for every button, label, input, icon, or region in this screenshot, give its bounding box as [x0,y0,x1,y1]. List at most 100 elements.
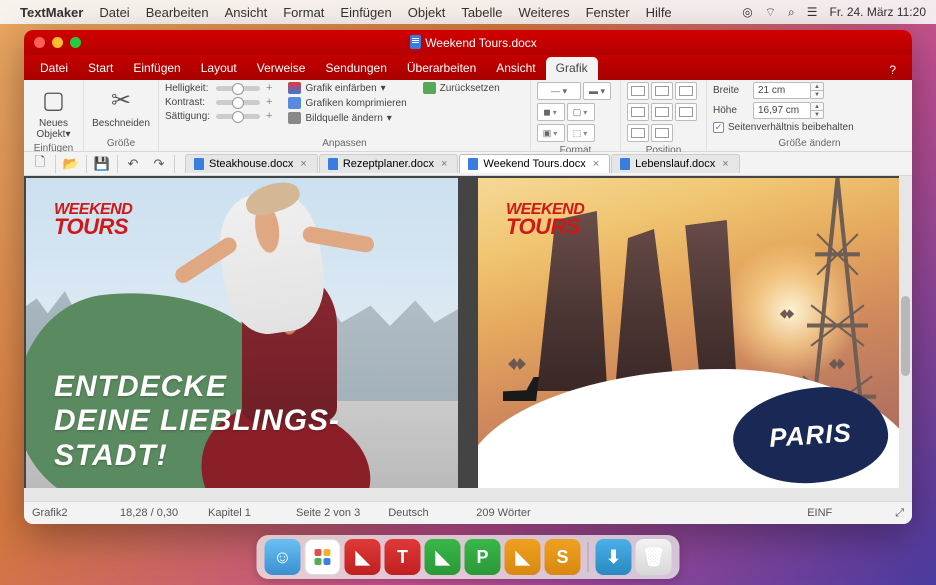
dock-launchpad[interactable] [305,539,341,575]
save-button[interactable]: 💾 [89,154,115,174]
doctab-rezeptplaner[interactable]: Rezeptplaner.docx× [319,154,459,173]
recolor-icon [288,82,301,94]
tab-ueberarbeiten[interactable]: Überarbeiten [397,57,486,80]
saturation-slider[interactable] [216,114,260,119]
tab-sendungen[interactable]: Sendungen [315,57,396,80]
document-icon [194,158,204,170]
macmenu-datei[interactable]: Datei [99,5,129,20]
align-dropdown[interactable] [675,82,697,100]
tab-datei[interactable]: Datei [30,57,78,80]
wifi-icon[interactable]: ◎ [742,5,752,19]
horizontal-scrollbar[interactable] [24,488,899,501]
close-tab-icon[interactable]: × [439,158,449,170]
send-back-dropdown[interactable] [651,103,673,121]
search-icon[interactable]: ⌕ [788,5,795,20]
undo-button[interactable]: ↶ [120,154,146,174]
bring-front-dropdown[interactable] [651,82,673,100]
clock[interactable]: Fr. 24. März 11:20 [830,5,927,19]
new-button[interactable]: 🗋 [27,154,53,174]
wrap-dropdown[interactable] [627,82,649,100]
dock-app-green1[interactable]: ◣ [425,539,461,575]
minimize-window-button[interactable] [52,37,63,48]
flip-dropdown[interactable] [651,124,673,142]
tab-ansicht[interactable]: Ansicht [486,57,545,80]
status-wordcount[interactable]: 209 Wörter [476,507,536,519]
height-spinner[interactable]: ▲▼ [811,102,824,119]
close-tab-icon[interactable]: × [720,158,730,170]
status-position[interactable]: 18,28 / 0,30 [120,507,180,519]
contrast-plus[interactable]: + [266,96,272,108]
group-dropdown[interactable] [675,103,697,121]
brightness-plus[interactable]: + [266,82,272,94]
close-window-button[interactable] [34,37,45,48]
doctab-steakhouse[interactable]: Steakhouse.docx× [185,154,318,173]
document-canvas[interactable]: WEEKEND TOURS ENTDECKE DEINE LIEBLINGS- … [24,176,912,501]
tab-grafik[interactable]: Grafik [546,57,598,80]
dock-presentations[interactable]: S [545,539,581,575]
tab-layout[interactable]: Layout [191,57,247,80]
brightness-slider[interactable] [216,86,260,91]
close-tab-icon[interactable]: × [298,158,308,170]
status-object[interactable]: Grafik2 [32,507,92,519]
wifi-signal-icon[interactable]: ⌔ [765,5,776,20]
height-input[interactable]: 16,97 cm [753,102,811,119]
macmenu-einfuegen[interactable]: Einfügen [340,5,391,20]
reset-button[interactable]: Zurücksetzen [423,82,500,94]
width-input[interactable]: 21 cm [753,82,811,99]
compress-button[interactable]: Grafiken komprimieren [288,97,406,109]
scrollbar-thumb[interactable] [901,296,910,376]
crop-button[interactable]: ✂ Beschneiden [90,82,152,131]
help-button[interactable]: ? [879,60,906,80]
open-button[interactable]: 📂 [58,154,84,174]
vertical-scrollbar[interactable] [899,176,912,501]
dock-planmaker[interactable]: P [465,539,501,575]
dock-downloads[interactable]: ⬇ [596,539,632,575]
macmenu-hilfe[interactable]: Hilfe [646,5,672,20]
tab-einfuegen[interactable]: Einfügen [123,57,190,80]
dock-app-red1[interactable]: ◣ [345,539,381,575]
recolor-button[interactable]: Grafik einfärben ▾ [288,82,406,94]
macmenu-format[interactable]: Format [283,5,324,20]
saturation-label: Sättigung: [165,111,210,122]
close-tab-icon[interactable]: × [591,158,601,170]
page-1[interactable]: WEEKEND TOURS ENTDECKE DEINE LIEBLINGS- … [26,178,458,501]
dock-finder[interactable]: ☺ [265,539,301,575]
position-dropdown[interactable] [627,103,649,121]
macmenu-fenster[interactable]: Fenster [586,5,630,20]
macmenu-bearbeiten[interactable]: Bearbeiten [146,5,209,20]
status-insert-mode[interactable]: EINF [807,507,867,519]
tab-verweise[interactable]: Verweise [247,57,316,80]
width-spinner[interactable]: ▲▼ [811,82,824,99]
doctab-weekend-tours[interactable]: Weekend Tours.docx× [459,154,610,173]
status-page[interactable]: Seite 2 von 3 [296,507,360,519]
control-center-icon[interactable]: ☰ [807,5,818,19]
macmenu-weiteres[interactable]: Weiteres [519,5,570,20]
status-language[interactable]: Deutsch [388,507,448,519]
app-name[interactable]: TextMaker [20,5,83,20]
effects-dropdown[interactable]: ▣▾ [537,124,565,142]
macmenu-objekt[interactable]: Objekt [408,5,446,20]
saturation-plus[interactable]: + [266,110,272,122]
rotate-dropdown[interactable] [627,124,649,142]
aspect-ratio-checkbox[interactable]: ✓Seitenverhältnis beibehalten [713,122,906,133]
line-color-dropdown[interactable]: ◼▾ [537,103,565,121]
change-source-button[interactable]: Bildquelle ändern ▾ [288,112,406,124]
shadow-dropdown[interactable]: ▢▾ [567,103,595,121]
dock-trash[interactable]: 🗑 [636,539,672,575]
more-format-dropdown[interactable]: ⬚▾ [567,124,595,142]
dock-app-orange1[interactable]: ◣ [505,539,541,575]
macmenu-tabelle[interactable]: Tabelle [461,5,502,20]
macmenu-ansicht[interactable]: Ansicht [225,5,268,20]
redo-button[interactable]: ↷ [146,154,172,174]
status-chapter[interactable]: Kapitel 1 [208,507,268,519]
tab-start[interactable]: Start [78,57,123,80]
maximize-window-button[interactable] [70,37,81,48]
page-2[interactable]: WEEKEND TOURS PARIS [478,178,910,501]
line-style-dropdown[interactable]: — ▾ [537,82,581,100]
status-expand-icon[interactable]: ⤢ [895,507,904,520]
contrast-slider[interactable] [216,100,260,105]
dock-textmaker[interactable]: T [385,539,421,575]
new-object-button[interactable]: ▢ Neues Objekt▾ [30,82,77,142]
doctab-lebenslauf[interactable]: Lebenslauf.docx× [611,154,740,173]
fill-dropdown[interactable]: ▬ ▾ [583,82,611,100]
